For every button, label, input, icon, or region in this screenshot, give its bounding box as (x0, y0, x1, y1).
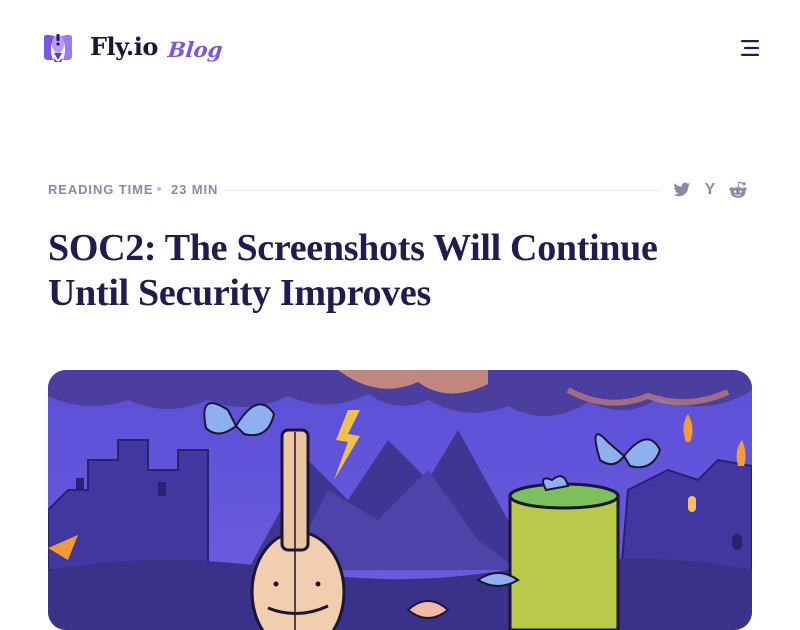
post-title: SOC2: The Screenshots Will Continue Unti… (48, 227, 658, 314)
share-twitter-button[interactable] (671, 179, 693, 201)
fly-balloon-logo-icon (44, 34, 72, 62)
share-hacker-news-button[interactable]: Y (699, 179, 721, 201)
hacker-news-icon: Y (704, 181, 716, 198)
post-meta-row: READING TIME 23 MIN Y (48, 178, 752, 202)
reading-time-label: READING TIME (48, 182, 154, 197)
site-header: Fly.io Blog (0, 0, 800, 96)
hero-illustration-art (48, 370, 752, 630)
reddit-icon (729, 181, 747, 198)
menu-button[interactable] (738, 38, 762, 58)
share-reddit-button[interactable] (727, 179, 749, 201)
twitter-icon (673, 182, 691, 197)
meta-separator-dot (157, 187, 161, 191)
brand-name: Fly.io (90, 31, 158, 61)
brand-link[interactable]: Fly.io Blog (40, 29, 224, 63)
hero-illustration (48, 370, 752, 630)
reading-time-value: 23 MIN (171, 182, 219, 197)
meta-divider (224, 190, 660, 191)
hamburger-menu-icon (741, 40, 759, 56)
brand-blog-label: Blog (166, 36, 224, 62)
